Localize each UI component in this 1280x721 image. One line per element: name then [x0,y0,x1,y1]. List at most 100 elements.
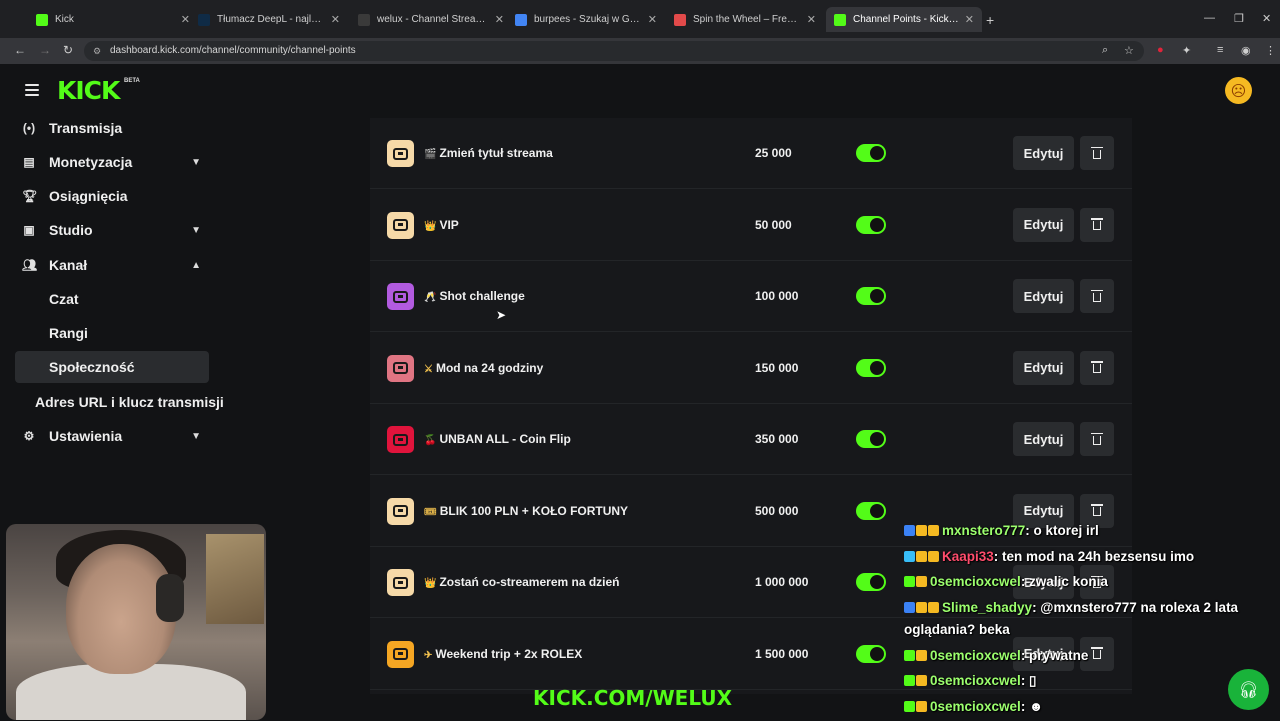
tab-favicon-icon [674,14,686,26]
reward-enabled-toggle[interactable] [856,502,886,520]
browser-tab[interactable]: Tłumacz DeepL - najlepszy tłum✕ [190,7,348,32]
tab-title: welux - Channel Streams on Kic [377,14,489,25]
edit-button[interactable]: Edytuj [1013,136,1074,170]
delete-button[interactable] [1080,351,1114,385]
hamburger-menu-icon[interactable] [25,84,39,99]
profile-icon[interactable]: ◉ [1241,44,1251,57]
extension-icon[interactable]: ● [1157,44,1164,56]
chat-message: 0semcioxcwel: zwalic konia [904,571,1280,597]
sidebar-item-studio[interactable]: ▣ Studio ▼ [15,214,209,246]
tab-close-icon[interactable]: ✕ [495,13,504,26]
tab-close-icon[interactable]: ✕ [648,13,657,26]
edit-button[interactable]: Edytuj [1013,422,1074,456]
beta-badge: BETA [124,78,140,84]
chat-text: : prywatne [1021,648,1089,663]
reward-name: Mod na 24 godziny [436,361,543,375]
trash-icon [1093,364,1101,373]
broadcast-icon: (•) [22,121,36,135]
chat-badge-icon [916,525,927,536]
chat-text: : o ktorej irl [1025,523,1099,538]
sidebar-item-osiagniecia[interactable]: 🏆︎ Osiągnięcia [15,180,209,212]
chat-badge-icon [916,675,927,686]
trophy-icon: 🏆︎ [22,189,36,203]
reward-row: 🍒UNBAN ALL - Coin Flip350 000Edytuj [370,404,1132,475]
chat-username: Kaapi33 [942,549,994,564]
url-field[interactable]: ⚙ dashboard.kick.com/channel/community/c… [84,41,1144,61]
chat-text: : ten mod na 24h bezsensu imo [994,549,1194,564]
reward-enabled-toggle[interactable] [856,216,886,234]
kick-logo[interactable]: KICK [57,76,119,105]
edit-button[interactable]: Edytuj [1013,279,1074,313]
reward-name: Zostań co-streamerem na dzień [439,575,619,589]
studio-icon: ▣ [22,223,36,237]
reward-title: 🥂Shot challenge [424,289,525,303]
reward-enabled-toggle[interactable] [856,573,886,591]
mouse-cursor: ➤ [496,308,506,322]
reward-title: 🎬Zmień tytuł streama [424,146,553,160]
new-tab-button[interactable]: + [986,12,994,28]
sidebar-item-label: Studio [49,222,93,238]
sidebar-subitem-spolecznosc[interactable]: Społeczność [15,351,209,383]
reward-enabled-toggle[interactable] [856,645,886,663]
trash-icon [1093,221,1101,230]
help-button[interactable]: 🎧︎ [1228,669,1269,710]
gear-icon: ⚙ [22,429,36,443]
browser-tab[interactable]: welux - Channel Streams on Kic ✕ [350,7,512,32]
tab-close-icon[interactable]: ✕ [807,13,816,26]
delete-button[interactable] [1080,208,1114,242]
browser-tab[interactable]: Spin the Wheel – Free and easy✕ [666,7,824,32]
sidebar-item-monetyzacja[interactable]: ▤ Monetyzacja ▼ [15,146,209,178]
sidebar-item-kanal[interactable]: 👥︎ Kanał ▲ [15,249,209,281]
reward-title: 🍒UNBAN ALL - Coin Flip [424,432,571,446]
reward-enabled-toggle[interactable] [856,359,886,377]
sidebar-subitem-rangi[interactable]: Rangi [15,317,209,349]
reward-enabled-toggle[interactable] [856,430,886,448]
browser-tab[interactable]: burpees - Szukaj w Google✕ [507,7,665,32]
sidebar-subitem-czat[interactable]: Czat [15,283,209,315]
user-avatar[interactable]: ☹ [1225,77,1252,104]
chat-badge-icon [904,602,915,613]
sidebar-item-label: Kanał [49,257,87,273]
tab-close-icon[interactable]: ✕ [331,13,340,26]
sidebar-item-label: Monetyzacja [49,154,132,170]
sidebar-item-ustawienia[interactable]: ⚙ Ustawienia ▼ [15,420,209,452]
reward-row: 👑VIP50 000Edytuj [370,190,1132,261]
media-icon[interactable]: ≡ [1217,44,1223,56]
edit-button[interactable]: Edytuj [1013,208,1074,242]
reward-emoji: 🎟 [424,507,437,518]
reward-title: 👑Zostań co-streamerem na dzień [424,575,620,589]
webcam-overlay [6,524,266,720]
delete-button[interactable] [1080,136,1114,170]
browser-tab[interactable]: Kick ✕ [28,7,198,32]
browser-tab[interactable]: Channel Points - Kick Dashboar✕ [826,7,982,32]
edit-button[interactable]: Edytuj [1013,351,1074,385]
reward-row: ⚔Mod na 24 godziny150 000Edytuj [370,333,1132,404]
zoom-icon[interactable]: ⌕ [1102,44,1108,57]
restore-icon[interactable]: ❐ [1234,12,1244,25]
minimize-icon[interactable]: — [1204,12,1215,24]
chat-message: 0semcioxcwel: ▯ [904,670,1280,696]
extensions-icon[interactable]: ✦ [1182,44,1191,57]
reward-title: ⚔Mod na 24 godziny [424,361,543,375]
reward-enabled-toggle[interactable] [856,287,886,305]
forward-icon[interactable]: → [39,43,51,57]
tab-close-icon[interactable]: ✕ [965,13,974,26]
tab-title: Kick [55,14,175,25]
tab-close-icon[interactable]: ✕ [181,13,190,26]
chat-username: 0semcioxcwel [930,574,1021,589]
bookmark-icon[interactable]: ☆ [1124,44,1134,57]
close-window-icon[interactable]: ✕ [1262,12,1271,25]
sidebar-item-transmisja[interactable]: (•) Transmisja [15,112,209,144]
tab-favicon-icon [834,14,846,26]
reward-chest-icon [387,498,414,525]
reward-cost: 1 000 000 [755,575,808,589]
delete-button[interactable] [1080,279,1114,313]
menu-icon[interactable]: ⋮ [1265,44,1276,57]
back-icon[interactable]: ← [14,43,26,57]
reward-enabled-toggle[interactable] [856,144,886,162]
site-info-icon[interactable]: ⚙ [93,41,101,61]
reload-icon[interactable]: ↻ [63,43,73,57]
sidebar-item-stream-key[interactable]: Adres URL i klucz transmisji [15,386,230,418]
delete-button[interactable] [1080,422,1114,456]
chat-message: Slime_shadyy: @mxnstero777 na rolexa 2 l… [904,597,1280,645]
